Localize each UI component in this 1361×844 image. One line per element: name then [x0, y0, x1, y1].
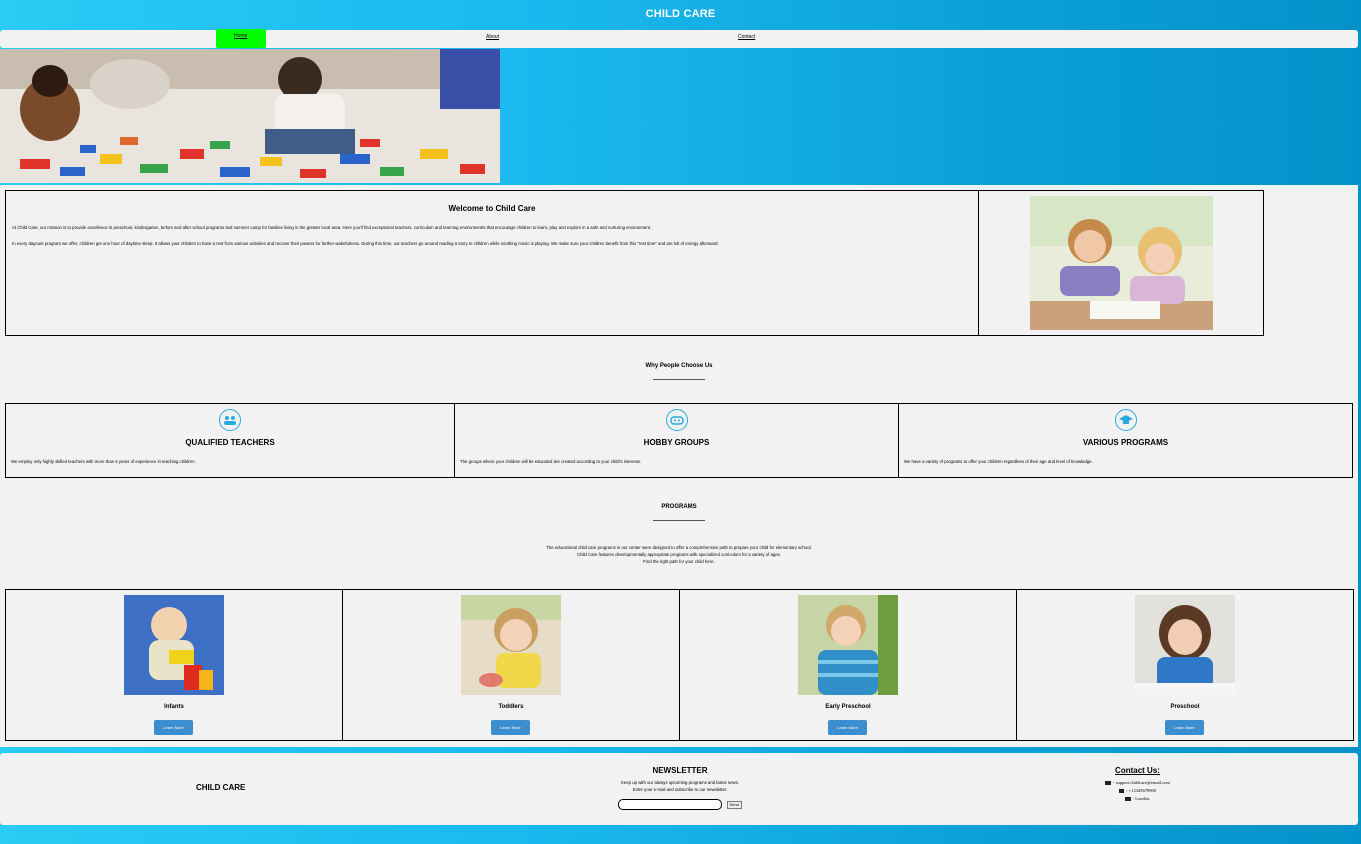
- feature-text: The groups where your children will be e…: [460, 459, 642, 464]
- welcome-paragraph-1: At Child Care, our mission is to provide…: [12, 225, 652, 230]
- program-label: Infants: [164, 704, 184, 710]
- reading-children-image: [1030, 196, 1213, 330]
- contact-phone: - +12345678900: [1126, 788, 1156, 793]
- feature-title: QUALIFIED TEACHERS: [185, 438, 275, 447]
- footer-brand: CHILD CARE: [196, 783, 246, 792]
- send-button[interactable]: Send: [726, 800, 742, 809]
- header: CHILD CARE: [0, 0, 1361, 30]
- feature-card: VARIOUS PROGRAMS We have a variety of pr…: [898, 403, 1353, 478]
- welcome-image-box: [978, 190, 1264, 336]
- contact-title: Contact Us:: [1115, 766, 1160, 775]
- learn-more-button[interactable]: Learn More: [154, 720, 193, 735]
- programs-desc-line-1: The educational child care programs in o…: [546, 545, 812, 550]
- programs-desc-line-3: Find the right path for your child here.: [643, 559, 715, 564]
- program-card-early-preschool: Early Preschool Learn More: [679, 589, 1017, 741]
- footer: CHILD CARE NEWSLETTER Keep up with our a…: [0, 753, 1358, 825]
- address-card-icon: [1124, 796, 1131, 801]
- learn-more-button[interactable]: Learn More: [1165, 720, 1204, 735]
- newsletter-title: NEWSLETTER: [652, 766, 708, 775]
- feature-title: VARIOUS PROGRAMS: [1082, 438, 1169, 447]
- nav-home-label: Home: [234, 33, 248, 39]
- programs-title: PROGRAMS: [661, 504, 697, 510]
- welcome-title: Welcome to Child Care: [448, 204, 536, 213]
- welcome-paragraph-2: In every daycare program we offer, child…: [12, 241, 719, 246]
- programs-desc-line-2: Child Care features developmentally appr…: [577, 552, 781, 557]
- feature-text: We employ only highly skilled teachers w…: [11, 459, 196, 464]
- feature-text: We have a variety of programs to offer y…: [904, 459, 1093, 464]
- why-underline: [653, 379, 705, 380]
- preschool-photo: [1135, 595, 1235, 695]
- newsletter-email-input[interactable]: [618, 799, 723, 811]
- early-preschool-photo: [798, 595, 898, 695]
- phone-icon: [1119, 788, 1125, 793]
- main-content: Welcome to Child Care At Child Care, our…: [0, 185, 1358, 747]
- newsletter-section: NEWSLETTER Keep up with our always upcom…: [480, 766, 880, 814]
- newsletter-line-1: Keep up with our always upcoming program…: [621, 780, 739, 785]
- contact-section: Contact Us: - support.childcare@email.co…: [1060, 766, 1215, 803]
- feature-card: HOBBY GROUPS The groups where your child…: [454, 403, 899, 478]
- contact-email: - support.childcare@email.com: [1113, 780, 1170, 785]
- graduation-cap-icon: [1114, 409, 1137, 431]
- nav-bar: Home About Contact: [0, 29, 1358, 48]
- newsletter-line-2: Enter your e-mail and subscribe to our n…: [632, 787, 728, 792]
- contact-address: - London.: [1132, 796, 1151, 801]
- nav-about-link[interactable]: About: [486, 34, 499, 40]
- toddlers-photo: [461, 595, 561, 695]
- program-card-toddlers: Toddlers Learn More: [342, 589, 680, 741]
- program-card-preschool: Preschool Learn More: [1016, 589, 1354, 741]
- users-icon: [219, 409, 241, 431]
- nav-contact-link[interactable]: Contact: [738, 34, 755, 40]
- envelope-icon: [1105, 780, 1112, 785]
- infants-photo: [124, 595, 224, 695]
- programs-description: The educational child care programs in o…: [0, 544, 1358, 565]
- learn-more-button[interactable]: Learn More: [491, 720, 530, 735]
- why-title: Why People Choose Us: [645, 363, 713, 369]
- feature-card: QUALIFIED TEACHERS We employ only highly…: [5, 403, 455, 478]
- program-label: Early Preschool: [825, 704, 871, 710]
- site-title: CHILD CARE: [645, 8, 716, 20]
- program-label: Preschool: [1170, 704, 1200, 710]
- feature-title: HOBBY GROUPS: [643, 438, 710, 447]
- welcome-section: Welcome to Child Care At Child Care, our…: [5, 190, 979, 336]
- program-card-infants: Infants Learn More: [5, 589, 343, 741]
- program-label: Toddlers: [498, 704, 524, 710]
- learn-more-button[interactable]: Learn More: [828, 720, 867, 735]
- newsletter-form: Send: [480, 796, 880, 814]
- hero-image: [0, 49, 500, 183]
- gamepad-icon: [665, 409, 688, 431]
- nav-home-link[interactable]: Home: [216, 29, 266, 48]
- programs-underline: [653, 520, 705, 521]
